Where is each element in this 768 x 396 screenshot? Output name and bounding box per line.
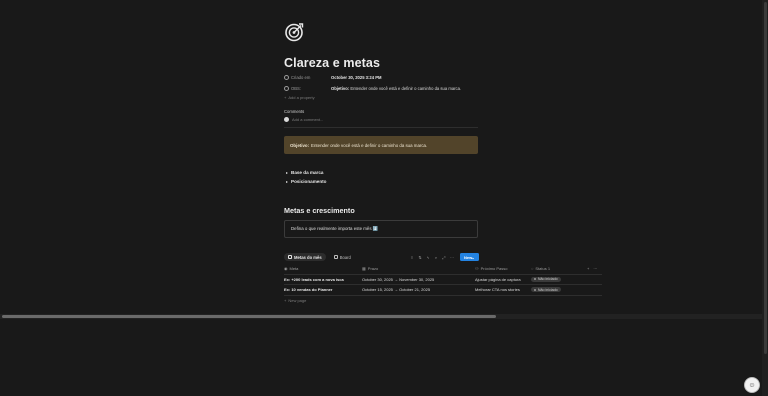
cell-status[interactable]: Não iniciado <box>531 287 587 293</box>
property-value[interactable]: Objetivo: Entender onde você está e defi… <box>331 86 461 91</box>
new-page-button[interactable]: + New page <box>284 296 602 306</box>
plus-icon: + <box>284 95 287 100</box>
table-header: ◉ Meta ▦ Prazo ⚇ Próximo Passo ◌ Status … <box>284 264 602 275</box>
vertical-scrollbar[interactable] <box>762 0 768 396</box>
page-title[interactable]: Clareza e metas <box>284 56 380 70</box>
filter-icon[interactable]: ≡ <box>410 255 414 260</box>
expand-icon[interactable]: ⤢ <box>442 255 446 260</box>
calendar-icon: ▦ <box>362 266 366 272</box>
property-label: OBS: <box>284 85 331 91</box>
eye-icon <box>284 85 289 91</box>
cell-status[interactable]: Não iniciado <box>531 276 587 282</box>
sort-icon[interactable]: ⇅ <box>418 255 422 260</box>
tab-board[interactable]: Board <box>330 253 355 261</box>
cell-meta[interactable]: Ex: 10 vendas do Planner <box>284 287 362 292</box>
database-toolbar: ≡ ⇅ ϟ ⌕ ⤢ ⋯ New ⌄ <box>410 253 479 261</box>
cell-proximo[interactable]: Melhorar CTA nos stories <box>475 287 531 292</box>
callout-block[interactable]: Objetivo: Entender onde você está e defi… <box>284 136 478 154</box>
property-value[interactable]: October 30, 2025 3:24 PM <box>331 75 382 80</box>
cell-proximo[interactable]: Ajustar página de captura <box>475 277 531 282</box>
clock-icon <box>284 74 289 80</box>
add-property-button[interactable]: + Add a property <box>284 95 315 100</box>
cell-prazo[interactable]: October 30, 2025 → November 30, 2025 <box>362 277 475 282</box>
search-icon[interactable]: ⌕ <box>434 255 438 260</box>
horizontal-scrollbar[interactable] <box>0 314 762 319</box>
eye-icon: ◉ <box>284 266 288 272</box>
database-table: ◉ Meta ▦ Prazo ⚇ Próximo Passo ◌ Status … <box>284 264 602 306</box>
table-row[interactable]: Ex: 10 vendas do Planner October 15, 202… <box>284 285 602 296</box>
table-header-actions: + ⋯ <box>587 266 602 271</box>
comments-heading: Comments <box>284 109 305 114</box>
database-view-tabs: Metas do mês Board <box>284 253 355 261</box>
column-header-proximo[interactable]: ⚇ Próximo Passo <box>475 266 531 271</box>
avatar <box>284 117 289 122</box>
column-header-prazo[interactable]: ▦ Prazo <box>362 266 475 271</box>
help-assistant-icon[interactable]: ☺ <box>744 377 760 393</box>
cell-prazo[interactable]: October 15, 2025 → October 21, 2025 <box>362 287 475 292</box>
target-icon[interactable] <box>284 22 304 42</box>
lightning-icon[interactable]: ϟ <box>426 255 430 260</box>
table-row[interactable]: Ex: +200 leads com a nova isca October 3… <box>284 275 602 285</box>
chevron-down-icon[interactable]: ⌄ <box>471 255 475 260</box>
tab-metas-do-mes[interactable]: Metas do mês <box>284 253 326 261</box>
comment-input[interactable]: Add a comment... <box>284 117 323 122</box>
toggle-base-da-marca[interactable]: Base da marca <box>286 170 323 175</box>
scrollbar-thumb[interactable] <box>764 2 767 354</box>
cell-meta[interactable]: Ex: +200 leads com a nova isca <box>284 277 362 282</box>
property-label: Criado em <box>284 74 331 80</box>
status-dot-icon <box>534 288 537 291</box>
column-header-meta[interactable]: ◉ Meta <box>284 266 362 271</box>
board-icon <box>333 255 338 259</box>
prompt-block[interactable]: Defina o que realmente importa este mês … <box>284 220 478 238</box>
settings-icon[interactable]: ⋯ <box>450 255 454 260</box>
add-column-icon[interactable]: + <box>587 266 589 271</box>
status-dot-icon <box>534 278 537 281</box>
notion-page: Clareza e metas Criado em October 30, 20… <box>0 0 768 396</box>
property-created[interactable]: Criado em October 30, 2025 3:24 PM <box>284 72 382 82</box>
people-icon: ⚇ <box>475 266 479 272</box>
status-badge: Não iniciado <box>531 287 561 293</box>
new-button[interactable]: New ⌄ <box>460 253 479 261</box>
status-badge: Não iniciado <box>531 276 561 282</box>
property-obs[interactable]: OBS: Objetivo: Entender onde você está e… <box>284 83 461 93</box>
divider <box>284 127 478 128</box>
plus-icon: + <box>284 298 287 303</box>
toggle-posicionamento[interactable]: Posicionamento <box>286 179 326 184</box>
section-heading[interactable]: Metas e crescimento <box>284 206 355 215</box>
more-icon[interactable]: ⋯ <box>593 266 597 271</box>
toggle-arrow-icon[interactable] <box>286 171 288 174</box>
status-icon: ◌ <box>531 266 534 272</box>
column-header-status[interactable]: ◌ Status 1 <box>531 266 587 271</box>
toggle-arrow-icon[interactable] <box>286 180 288 183</box>
scrollbar-thumb[interactable] <box>2 315 496 318</box>
table-icon <box>288 255 292 259</box>
